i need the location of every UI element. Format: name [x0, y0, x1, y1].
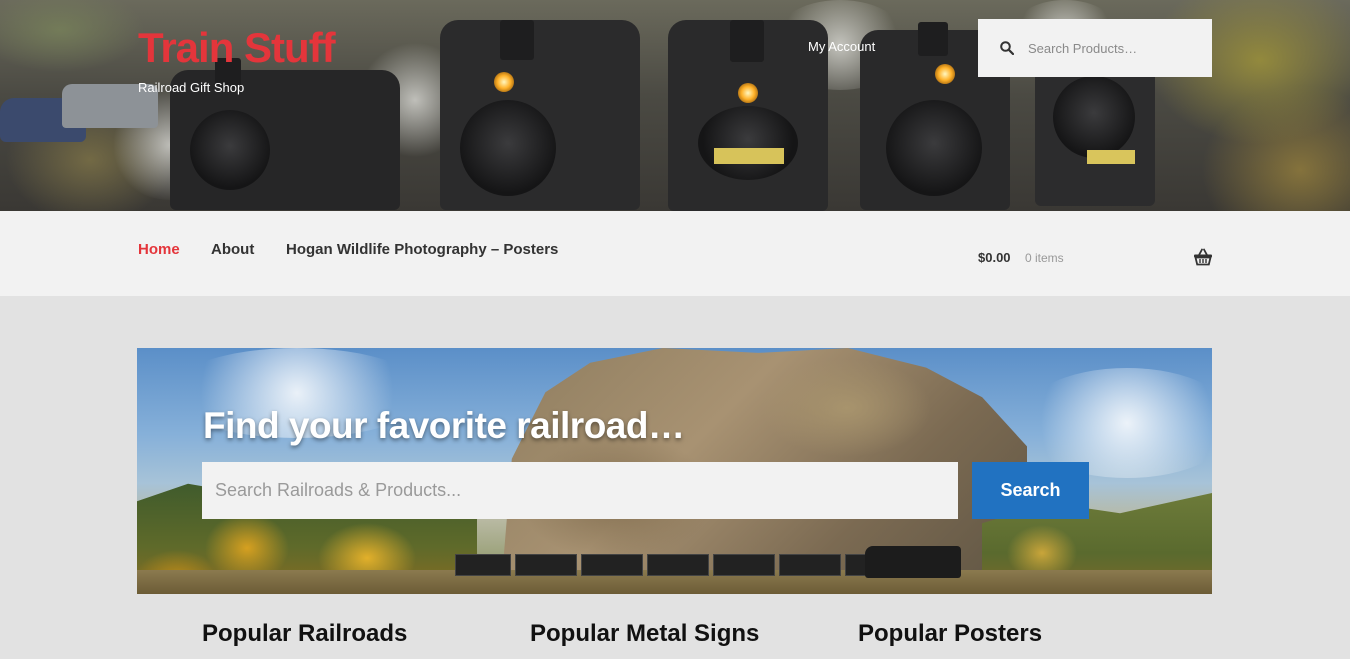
popular-railroads-heading: Popular Railroads — [202, 620, 408, 647]
search-button[interactable]: Search — [972, 462, 1089, 519]
search-icon — [1000, 41, 1014, 55]
nav-item-home[interactable]: Home — [138, 241, 180, 258]
cart-total[interactable]: $0.00 — [978, 250, 1011, 265]
site-title[interactable]: Train Stuff — [138, 24, 336, 72]
basket-icon[interactable] — [1193, 248, 1213, 266]
header-search-box[interactable] — [978, 19, 1212, 77]
product-search-input[interactable] — [1028, 40, 1198, 56]
locomotive — [668, 20, 828, 211]
nav-item-about[interactable]: About — [211, 241, 254, 258]
popular-posters-heading: Popular Posters — [858, 620, 1043, 647]
railroad-search-input[interactable] — [202, 462, 958, 519]
cart-item-count[interactable]: 0 items — [1025, 251, 1064, 265]
primary-navigation: Home About Hogan Wildlife Photography – … — [0, 211, 1350, 296]
site-header: Train Stuff Railroad Gift Shop My Accoun… — [0, 0, 1350, 211]
steam-engine — [865, 546, 961, 578]
popular-metal-signs-heading: Popular Metal Signs — [530, 620, 760, 647]
my-account-link[interactable]: My Account — [808, 39, 875, 54]
hero-title: Find your favorite railroad… — [203, 405, 685, 446]
site-tagline: Railroad Gift Shop — [138, 80, 245, 95]
nav-item-posters[interactable]: Hogan Wildlife Photography – Posters — [286, 241, 558, 258]
locomotive — [440, 20, 640, 210]
